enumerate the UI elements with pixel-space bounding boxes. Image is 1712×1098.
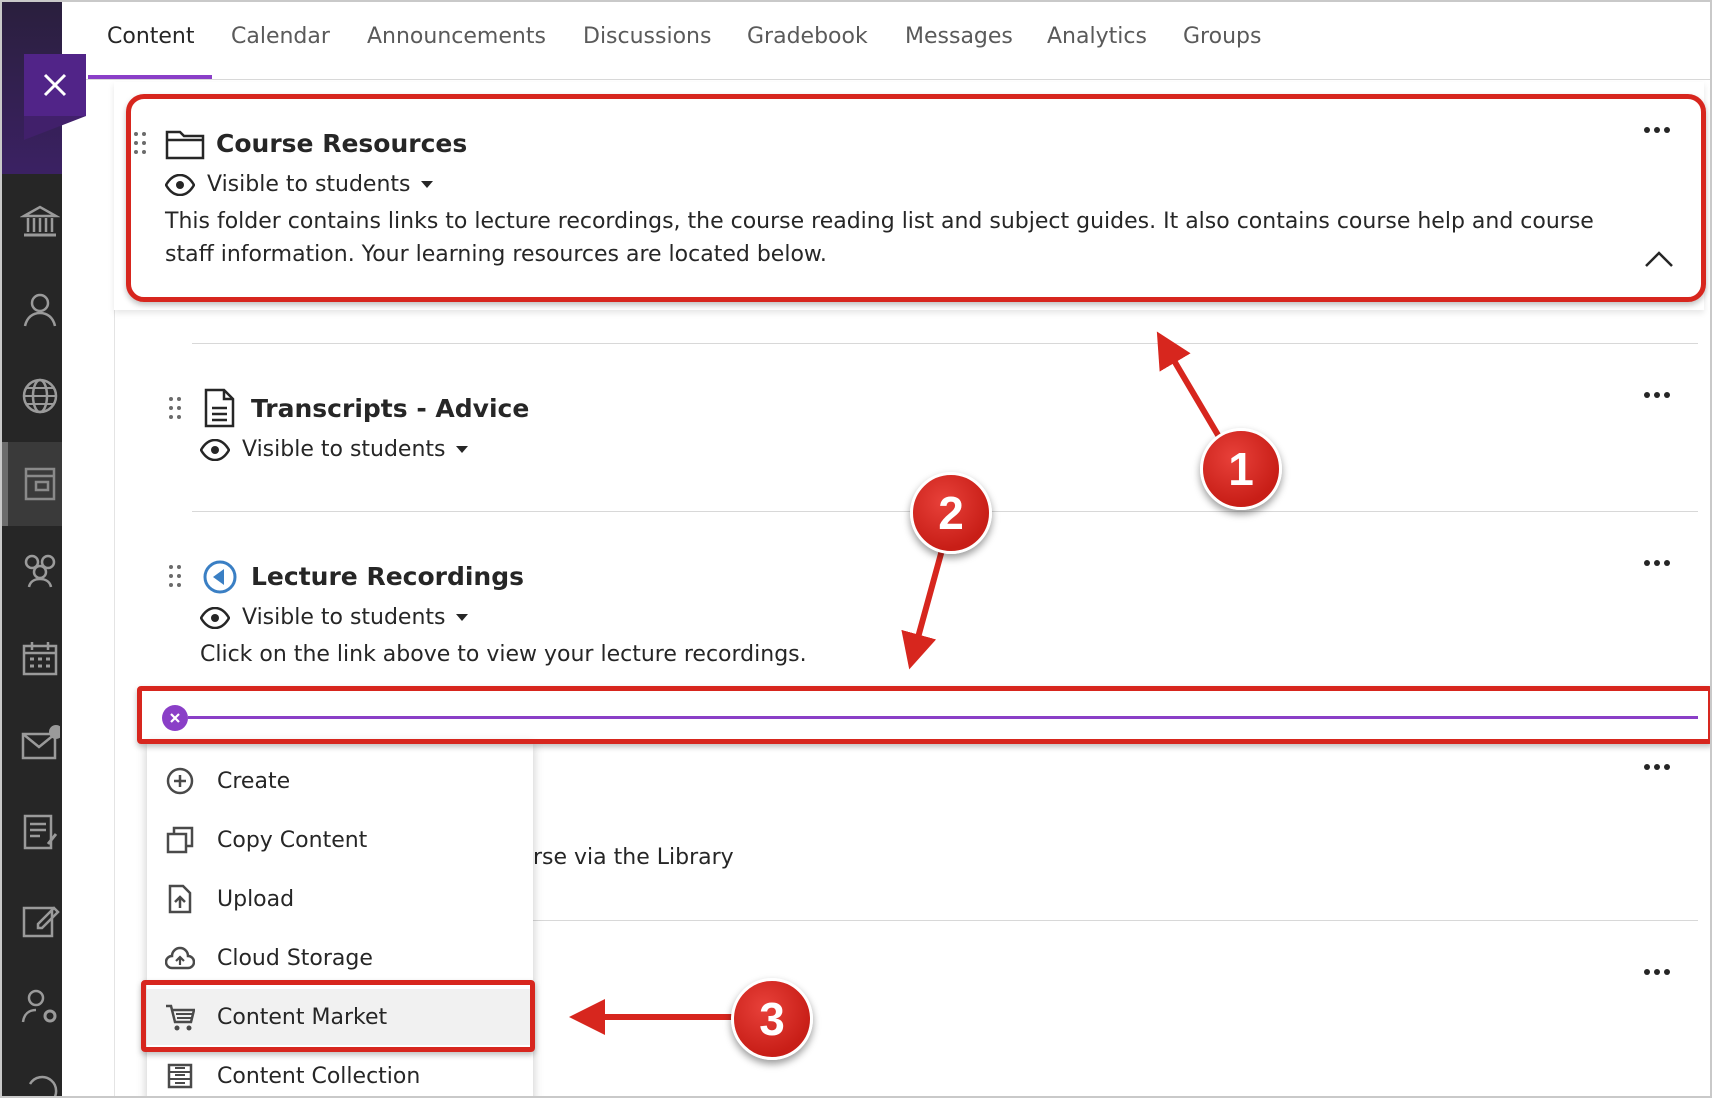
annotation-badge-2: 2	[910, 472, 992, 554]
insert-content-line[interactable]	[188, 716, 1698, 719]
tab-content[interactable]: Content	[107, 24, 195, 49]
course-tabs: Content Calendar Announcements Discussio…	[62, 2, 1710, 80]
sign-out-icon[interactable]	[20, 1070, 60, 1096]
more-options-icon[interactable]	[1644, 392, 1674, 400]
more-options-icon[interactable]	[1644, 764, 1674, 772]
menu-item-copy-content[interactable]: Copy Content	[147, 812, 533, 868]
close-icon	[43, 73, 67, 97]
active-tab-indicator	[88, 75, 212, 79]
globe-icon[interactable]	[20, 376, 60, 416]
divider	[533, 920, 1698, 921]
app-window: Content Calendar Announcements Discussio…	[0, 0, 1712, 1098]
visibility-dropdown[interactable]: Visible to students	[200, 437, 468, 462]
tab-analytics[interactable]: Analytics	[1047, 24, 1147, 49]
annotation-badge-1: 1	[1200, 428, 1282, 510]
edit-icon[interactable]	[20, 900, 60, 940]
upload-icon	[168, 884, 192, 914]
menu-item-cloud-storage[interactable]: Cloud Storage	[147, 930, 533, 986]
eye-icon	[200, 606, 230, 629]
menu-item-label: Create	[217, 768, 291, 794]
grades-icon[interactable]	[20, 812, 60, 852]
close-button[interactable]	[24, 54, 86, 140]
profile-icon[interactable]	[20, 290, 60, 330]
calendar-icon[interactable]	[20, 638, 60, 678]
menu-item-content-market[interactable]: Content Market	[147, 989, 533, 1045]
drag-handle[interactable]	[169, 397, 183, 421]
lecture-recordings-title[interactable]: Lecture Recordings	[251, 562, 524, 591]
course-resources-title[interactable]: Course Resources	[216, 129, 467, 158]
visibility-label: Visible to students	[242, 605, 446, 630]
close-icon	[170, 713, 180, 723]
visibility-dropdown[interactable]: Visible to students	[165, 172, 433, 197]
tools-icon[interactable]	[20, 986, 60, 1026]
caret-down-icon	[455, 446, 468, 453]
more-options-icon[interactable]	[1644, 560, 1674, 568]
collection-icon	[167, 1063, 193, 1089]
document-icon	[204, 388, 235, 428]
tab-gradebook[interactable]: Gradebook	[747, 24, 868, 49]
menu-item-label: Content Market	[217, 1004, 388, 1030]
tab-announcements[interactable]: Announcements	[367, 24, 546, 49]
cart-icon	[166, 1004, 195, 1031]
tab-calendar[interactable]: Calendar	[231, 24, 330, 49]
groups-icon[interactable]	[20, 550, 60, 590]
chevron-up-icon[interactable]	[1644, 250, 1674, 268]
close-insert-button[interactable]	[162, 705, 188, 731]
copy-icon	[166, 826, 194, 854]
lecture-recordings-description: Click on the link above to view your lec…	[200, 642, 807, 667]
tab-groups[interactable]: Groups	[1183, 24, 1261, 49]
drag-handle[interactable]	[134, 132, 148, 156]
plus-circle-icon	[166, 767, 194, 795]
visibility-label: Visible to students	[207, 172, 411, 197]
menu-item-upload[interactable]: Upload	[147, 871, 533, 927]
annotation-badge-3: 3	[731, 978, 813, 1060]
course-resources-description: This folder contains links to lecture re…	[165, 209, 1594, 267]
drag-handle[interactable]	[169, 565, 183, 589]
menu-item-label: Content Collection	[217, 1063, 421, 1089]
lecture-recording-icon	[203, 560, 237, 594]
menu-item-label: Copy Content	[217, 827, 368, 853]
divider	[192, 343, 1698, 344]
partial-item-description: rse via the Library	[533, 845, 734, 870]
left-nav-rail	[2, 2, 63, 1096]
menu-item-create[interactable]: Create	[147, 753, 533, 809]
eye-icon	[165, 173, 195, 196]
caret-down-icon	[420, 181, 433, 188]
more-options-icon[interactable]	[1644, 127, 1674, 135]
menu-item-label: Cloud Storage	[217, 945, 373, 971]
tab-discussions[interactable]: Discussions	[583, 24, 711, 49]
institution-icon[interactable]	[19, 202, 61, 242]
courses-icon[interactable]	[20, 464, 60, 504]
menu-item-content-collection[interactable]: Content Collection	[147, 1048, 533, 1096]
visibility-label: Visible to students	[242, 437, 446, 462]
messages-icon[interactable]	[20, 724, 63, 764]
add-content-menu: Create Copy Content Upload Cloud Storage…	[147, 742, 533, 1096]
transcripts-title[interactable]: Transcripts - Advice	[251, 394, 529, 423]
visibility-dropdown[interactable]: Visible to students	[200, 605, 468, 630]
folder-icon	[165, 130, 205, 160]
caret-down-icon	[455, 614, 468, 621]
eye-icon	[200, 438, 230, 461]
tab-messages[interactable]: Messages	[905, 24, 1013, 49]
menu-item-label: Upload	[217, 886, 295, 912]
cloud-icon	[165, 946, 195, 970]
more-options-icon[interactable]	[1644, 969, 1674, 977]
